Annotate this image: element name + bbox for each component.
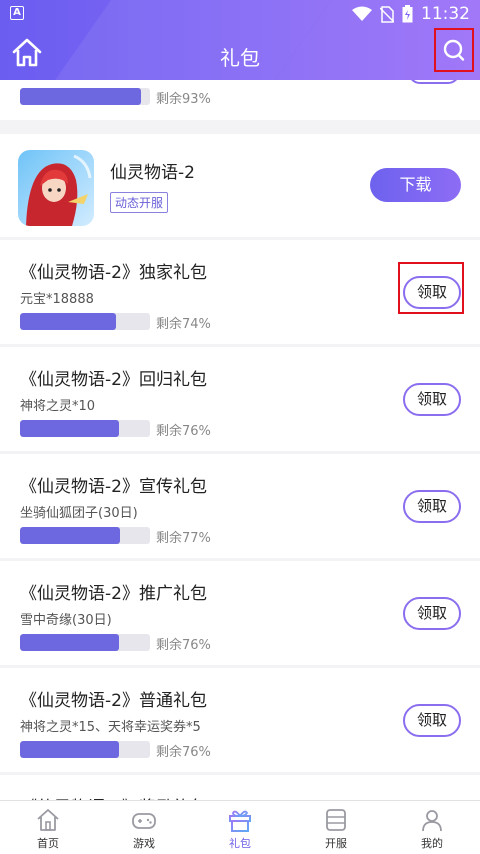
tab-label: 礼包: [229, 837, 251, 850]
progress-fill: [20, 634, 119, 651]
game-card[interactable]: 仙灵物语-2 动态开服 下载: [0, 134, 480, 237]
gift-description: 元宝*18888: [20, 292, 94, 307]
game-tag[interactable]: 动态开服: [110, 192, 169, 213]
progress-fill: [20, 420, 119, 437]
status-time: 11:32: [421, 4, 470, 24]
claim-button[interactable]: 领取: [403, 597, 461, 630]
home-icon: [37, 809, 59, 831]
remaining-text: 剩余76%: [156, 424, 211, 439]
remaining-text: 剩余76%: [156, 638, 211, 653]
gift-title: 《仙灵物语-2》回归礼包: [20, 370, 207, 390]
tab-profile[interactable]: 我的: [384, 801, 480, 854]
progress-bar: [20, 420, 150, 437]
gift-title: 《仙灵物语-2》推广礼包: [20, 584, 207, 604]
gift-icon: [229, 810, 251, 832]
no-sim-icon: [380, 5, 394, 23]
tab-label: 游戏: [133, 837, 155, 850]
user-icon: [422, 810, 442, 832]
bottom-tab-bar: 首页 游戏 礼包 开服 我的: [0, 800, 480, 854]
header: A 11:32 礼包: [0, 0, 480, 80]
gift-item[interactable]: 《仙灵物语-2》独家礼包 元宝*18888 领取 剩余74%: [0, 240, 480, 344]
tab-label: 开服: [325, 837, 347, 850]
tab-label: 首页: [37, 837, 59, 850]
tab-gifts[interactable]: 礼包: [192, 801, 288, 854]
gift-item[interactable]: 《仙灵物语-2》推广礼包 雪中奇缘(30日) 领取 剩余76%: [0, 561, 480, 665]
progress-fill: [20, 88, 141, 105]
game-name: 仙灵物语-2: [110, 163, 195, 183]
gift-description: 雪中奇缘(30日): [20, 613, 112, 628]
progress-fill: [20, 313, 117, 330]
gift-description: 神将之灵*15、天将幸运奖券*5: [20, 720, 201, 735]
app-indicator-icon: A: [10, 6, 24, 20]
tab-home[interactable]: 首页: [0, 801, 96, 854]
remaining-text: 剩余93%: [156, 92, 211, 107]
progress-bar: [20, 634, 150, 651]
gift-list[interactable]: 剩余93% 仙灵物语-2 动态开服 下载 《仙灵物语-2》独家礼包 元宝*188…: [0, 80, 480, 800]
progress-fill: [20, 527, 121, 544]
remaining-text: 剩余77%: [156, 531, 211, 546]
search-icon: [443, 39, 465, 61]
download-button[interactable]: 下载: [370, 168, 461, 202]
remaining-text: 剩余74%: [156, 317, 211, 332]
progress-bar: [20, 313, 150, 330]
gift-description: 神将之灵*10: [20, 399, 96, 414]
gift-title: 《仙灵物语-2》奖励礼包: [20, 793, 207, 800]
list-item: 剩余93%: [0, 80, 480, 120]
battery-icon: [402, 5, 413, 23]
gift-title: 《仙灵物语-2》宣传礼包: [20, 477, 207, 497]
gift-item[interactable]: 《仙灵物语-2》奖励礼包: [0, 775, 480, 800]
game-icon: [18, 150, 94, 226]
wifi-icon: [352, 6, 372, 21]
gamepad-icon: [132, 813, 156, 829]
gift-item[interactable]: 《仙灵物语-2》宣传礼包 坐骑仙狐团子(30日) 领取 剩余77%: [0, 454, 480, 558]
search-button[interactable]: [434, 28, 474, 72]
gift-description: 坐骑仙狐团子(30日): [20, 506, 138, 521]
title-bar: 礼包: [0, 28, 480, 80]
tab-games[interactable]: 游戏: [96, 801, 192, 854]
remaining-text: 剩余76%: [156, 745, 211, 760]
claim-highlight-box: [398, 262, 464, 314]
claim-button[interactable]: 领取: [403, 704, 461, 737]
progress-bar: [20, 741, 150, 758]
progress-bar: [20, 88, 150, 105]
page-title: 礼包: [220, 46, 260, 70]
gift-title: 《仙灵物语-2》普通礼包: [20, 691, 207, 711]
tab-label: 我的: [421, 837, 443, 850]
gift-item[interactable]: 《仙灵物语-2》回归礼包 神将之灵*10 领取 剩余76%: [0, 347, 480, 451]
tab-servers[interactable]: 开服: [288, 801, 384, 854]
progress-fill: [20, 741, 119, 758]
gift-title: 《仙灵物语-2》独家礼包: [20, 263, 207, 283]
claim-button[interactable]: 领取: [403, 490, 461, 523]
status-bar: A 11:32: [0, 0, 480, 28]
server-icon: [326, 809, 346, 831]
gift-item[interactable]: 《仙灵物语-2》普通礼包 神将之灵*15、天将幸运奖券*5 领取 剩余76%: [0, 668, 480, 772]
claim-button[interactable]: 领取: [403, 383, 461, 416]
progress-bar: [20, 527, 150, 544]
